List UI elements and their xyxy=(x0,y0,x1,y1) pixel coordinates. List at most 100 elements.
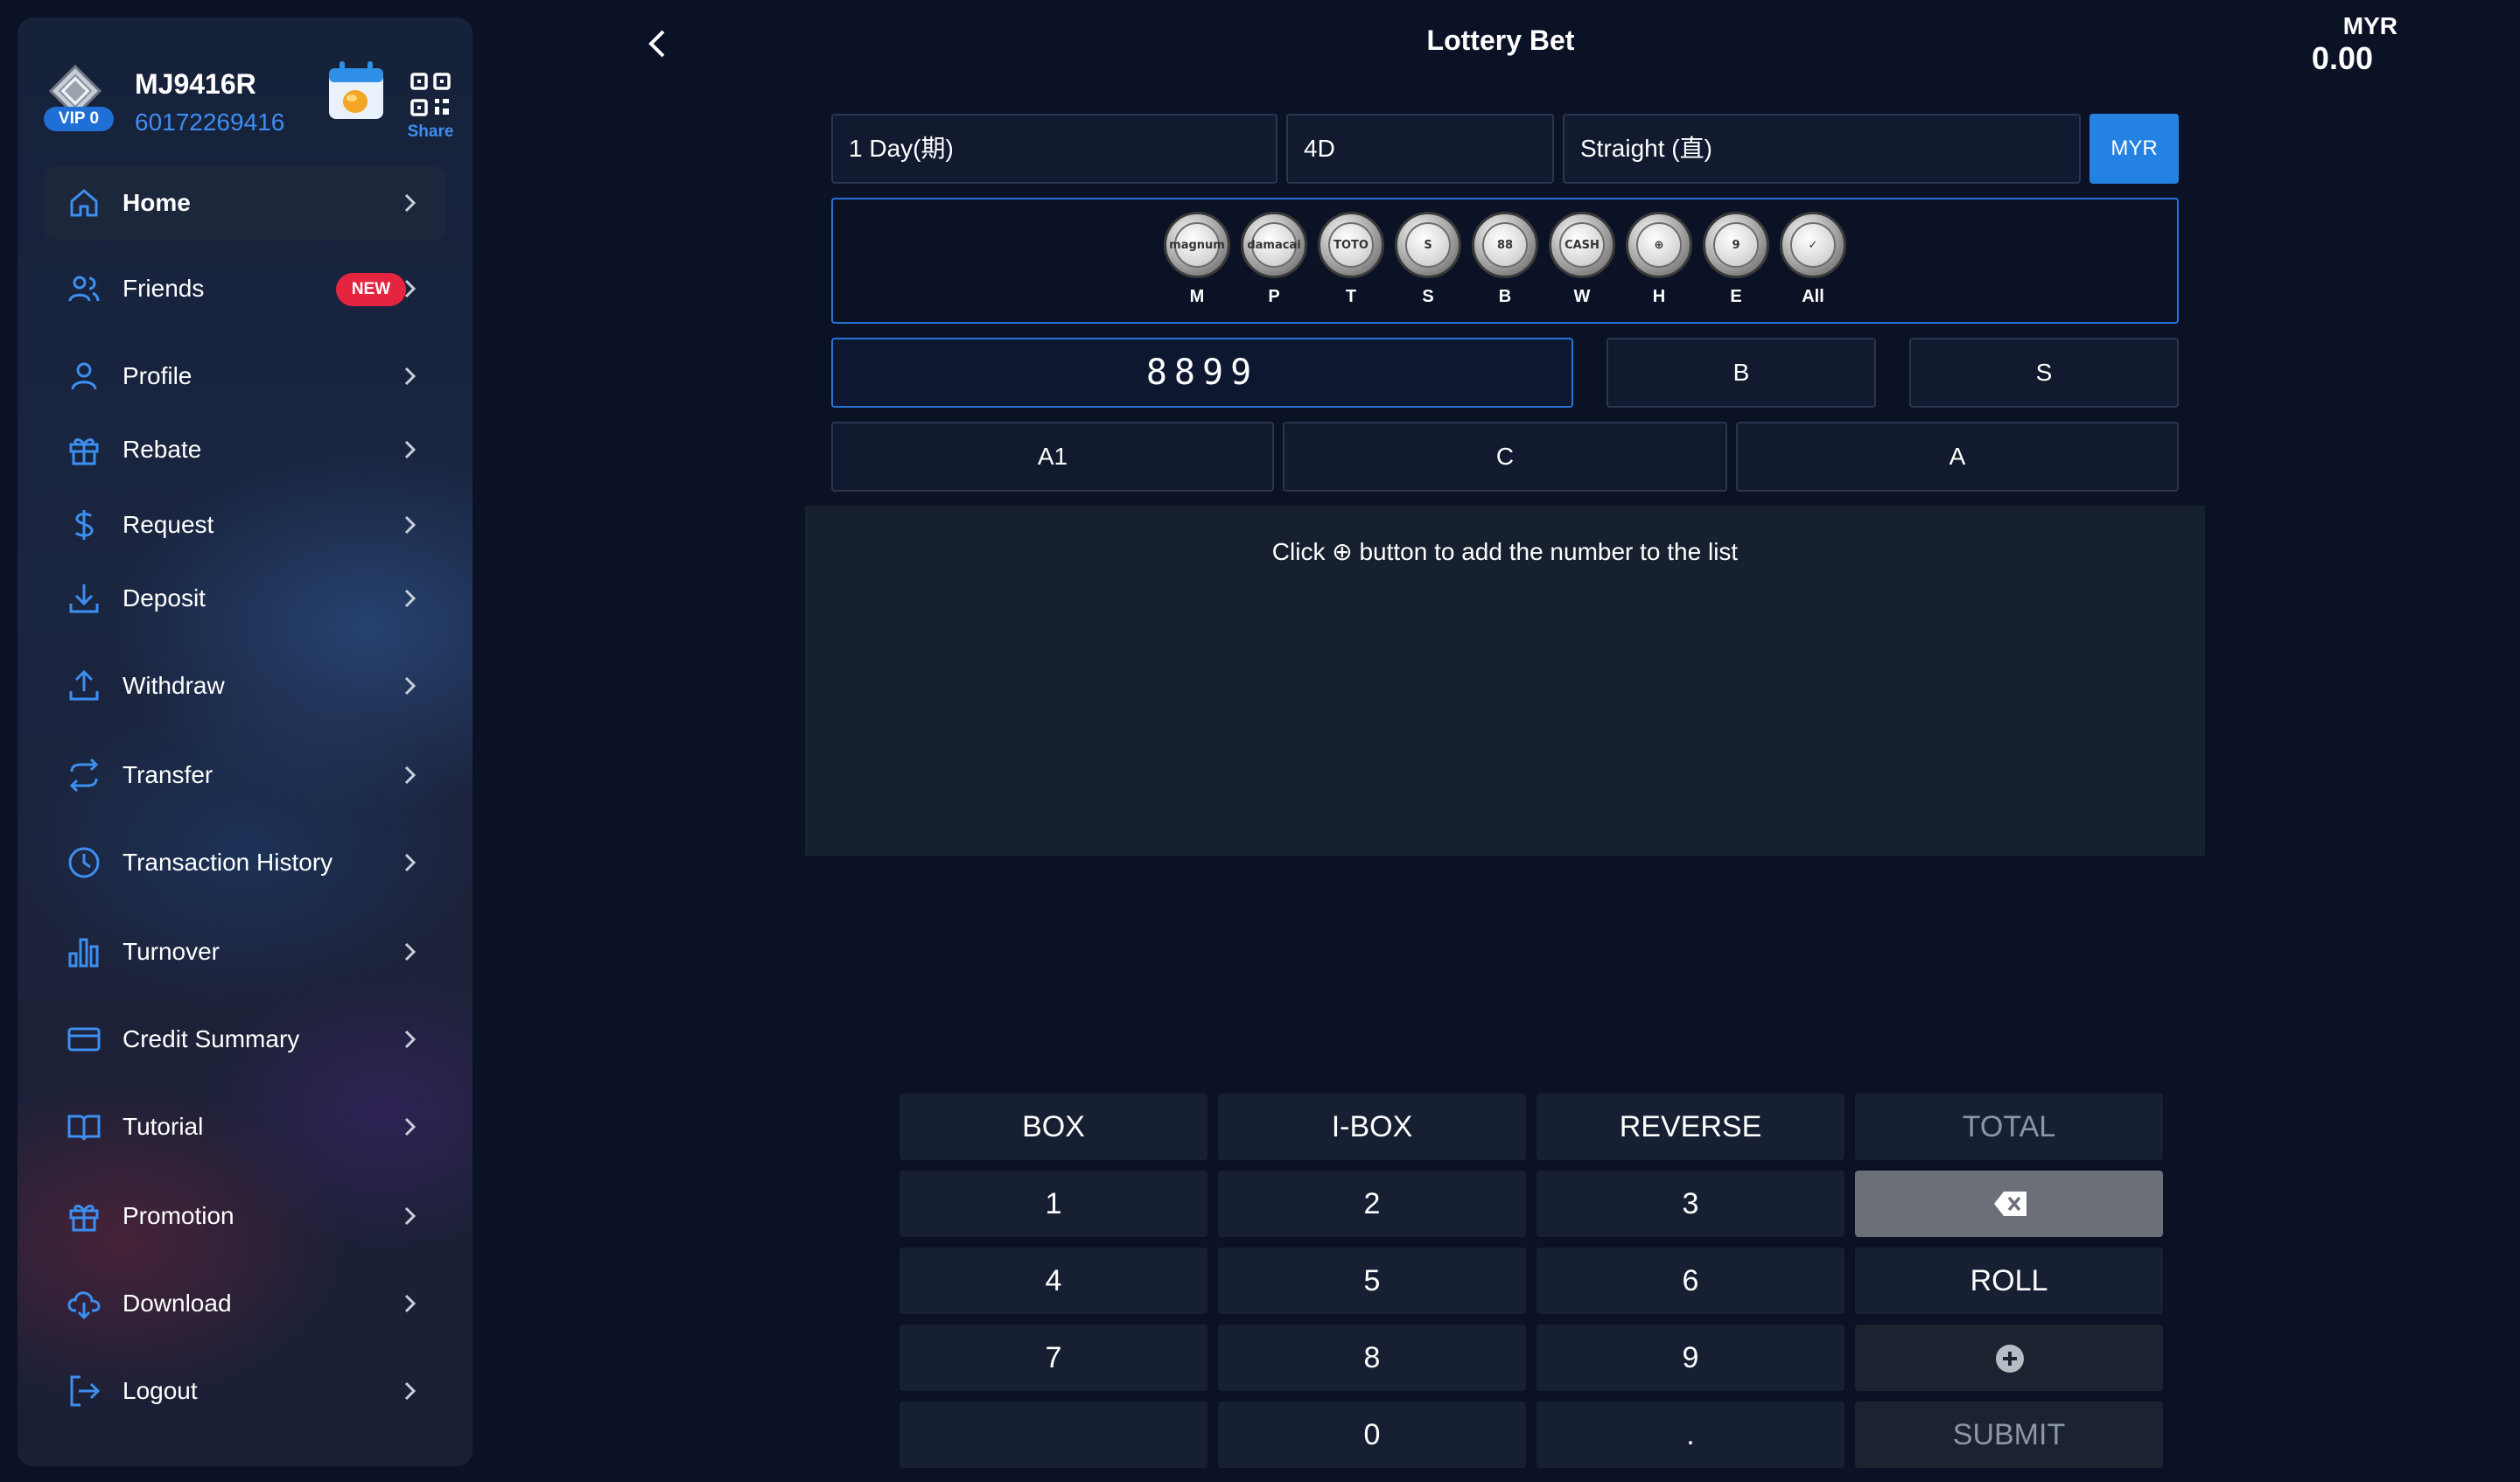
key-6[interactable]: 6 xyxy=(1536,1248,1844,1314)
chevron-right-icon xyxy=(404,440,416,459)
88-icon: 88 xyxy=(1472,212,1538,278)
chevron-right-icon xyxy=(404,1294,416,1313)
magnum-icon: magnum xyxy=(1164,212,1230,278)
username: MJ9416R xyxy=(135,68,256,100)
menu-item-download[interactable]: Download xyxy=(44,1267,446,1340)
key-0[interactable]: 0 xyxy=(1218,1402,1526,1468)
damacai-icon: damacai xyxy=(1241,212,1307,278)
menu-item-tutorial[interactable]: Tutorial xyxy=(44,1090,446,1164)
key-1[interactable]: 1 xyxy=(900,1171,1208,1237)
provider-all[interactable]: ✓ All xyxy=(1778,212,1848,317)
provider-s[interactable]: S S xyxy=(1393,212,1463,317)
vip-badge: VIP 0 xyxy=(44,107,114,131)
menu-item-withdraw[interactable]: Withdraw xyxy=(44,649,446,723)
clock-icon xyxy=(68,847,100,878)
chevron-right-icon xyxy=(404,193,416,213)
lucky-icon: 9 xyxy=(1703,212,1769,278)
chevron-right-icon xyxy=(404,589,416,608)
days-select[interactable]: 1 Day(期) xyxy=(831,114,1278,184)
c-amount-field[interactable]: C xyxy=(1283,422,1727,492)
reverse-button[interactable]: REVERSE xyxy=(1536,1094,1844,1160)
backspace-icon xyxy=(1994,1192,2026,1216)
currency-button[interactable]: MYR xyxy=(2090,114,2179,184)
menu-item-transfer[interactable]: Transfer xyxy=(44,738,446,812)
menu-item-deposit[interactable]: Deposit xyxy=(44,562,446,635)
menu-item-rebate[interactable]: Rebate xyxy=(44,413,446,486)
share-label: Share xyxy=(407,122,454,141)
box-button[interactable]: BOX xyxy=(900,1094,1208,1160)
chevron-right-icon xyxy=(404,676,416,696)
menu-item-profile[interactable]: Profile xyxy=(44,339,446,413)
key-4[interactable]: 4 xyxy=(900,1248,1208,1314)
calendar-checkin-icon[interactable] xyxy=(326,59,387,122)
bar-chart-icon xyxy=(68,938,99,968)
menu-item-logout[interactable]: Logout xyxy=(44,1354,446,1428)
total-button[interactable]: TOTAL xyxy=(1855,1094,2163,1160)
new-badge: NEW xyxy=(336,273,406,306)
menu-label: Transaction History xyxy=(122,849,333,876)
provider-h[interactable]: ⊕ H xyxy=(1624,212,1694,317)
chevron-right-icon xyxy=(404,853,416,872)
key-5[interactable]: 5 xyxy=(1218,1248,1526,1314)
provider-selector: magnum M damacai P TOTO T S S 88 B CASH … xyxy=(831,198,2179,324)
share-button[interactable]: Share xyxy=(396,54,466,150)
toto-icon: TOTO xyxy=(1318,212,1384,278)
gift-icon xyxy=(69,1205,99,1232)
bet-number-input[interactable]: 8899 xyxy=(831,338,1573,408)
chevron-right-icon xyxy=(404,1030,416,1049)
sidebar: VIP 0 MJ9416R 60172269416 Share Home Fri… xyxy=(18,17,472,1466)
menu-label: Credit Summary xyxy=(122,1025,300,1052)
user-icon xyxy=(71,362,97,390)
menu-label: Transfer xyxy=(122,761,214,788)
key-3[interactable]: 3 xyxy=(1536,1171,1844,1237)
bet-list: Click ⊕ button to add the number to the … xyxy=(805,506,2205,856)
add-number-button[interactable] xyxy=(1855,1325,2163,1391)
provider-t[interactable]: TOTO T xyxy=(1316,212,1386,317)
provider-m[interactable]: magnum M xyxy=(1162,212,1232,317)
menu-label: Logout xyxy=(122,1377,198,1404)
page-title: Lottery Bet xyxy=(1426,24,1575,56)
roll-button[interactable]: ROLL xyxy=(1855,1248,2163,1314)
key-dot[interactable]: . xyxy=(1536,1402,1844,1468)
provider-b[interactable]: 88 B xyxy=(1470,212,1540,317)
big-amount-field[interactable]: B xyxy=(1606,338,1876,408)
menu-item-turnover[interactable]: Turnover xyxy=(44,915,446,989)
menu-label: Request xyxy=(122,511,214,538)
a1-amount-field[interactable]: A1 xyxy=(831,422,1274,492)
backspace-button[interactable] xyxy=(1855,1171,2163,1237)
transfer-icon xyxy=(69,758,99,793)
small-amount-field[interactable]: S xyxy=(1909,338,2179,408)
a-amount-field[interactable]: A xyxy=(1736,422,2179,492)
provider-e[interactable]: 9 E xyxy=(1701,212,1771,317)
game-select[interactable]: 4D xyxy=(1286,114,1554,184)
download-icon xyxy=(69,584,99,613)
menu-label: Deposit xyxy=(122,584,206,612)
menu-label: Rebate xyxy=(122,436,202,463)
menu-item-credit-summary[interactable]: Credit Summary xyxy=(44,1003,446,1076)
submit-button[interactable]: SUBMIT xyxy=(1855,1402,2163,1468)
singapore-pools-icon: S xyxy=(1395,212,1461,278)
menu-item-friends[interactable]: Friends NEW xyxy=(44,252,446,325)
key-2[interactable]: 2 xyxy=(1218,1171,1526,1237)
menu-item-request[interactable]: Request xyxy=(44,488,446,562)
provider-w[interactable]: CASH W xyxy=(1547,212,1617,317)
menu-item-home[interactable]: Home xyxy=(44,166,446,240)
ibox-button[interactable]: I-BOX xyxy=(1218,1094,1526,1160)
menu-item-promotion[interactable]: Promotion xyxy=(44,1179,446,1253)
menu-item-transaction-history[interactable]: Transaction History xyxy=(44,826,446,899)
logout-icon xyxy=(70,1375,101,1407)
key-8[interactable]: 8 xyxy=(1218,1325,1526,1391)
menu-label: Promotion xyxy=(122,1202,234,1229)
key-9[interactable]: 9 xyxy=(1536,1325,1844,1391)
upload-icon xyxy=(69,669,99,701)
bet-type-select[interactable]: Straight (直) xyxy=(1563,114,2081,184)
chevron-right-icon xyxy=(404,515,416,535)
book-icon xyxy=(67,1115,101,1141)
menu-label: Turnover xyxy=(122,938,220,965)
cash-sweep-icon: CASH xyxy=(1549,212,1615,278)
menu-label: Tutorial xyxy=(122,1113,204,1140)
key-7[interactable]: 7 xyxy=(900,1325,1208,1391)
back-arrow-icon[interactable] xyxy=(639,24,677,63)
chevron-right-icon xyxy=(404,367,416,386)
provider-p[interactable]: damacai P xyxy=(1239,212,1309,317)
